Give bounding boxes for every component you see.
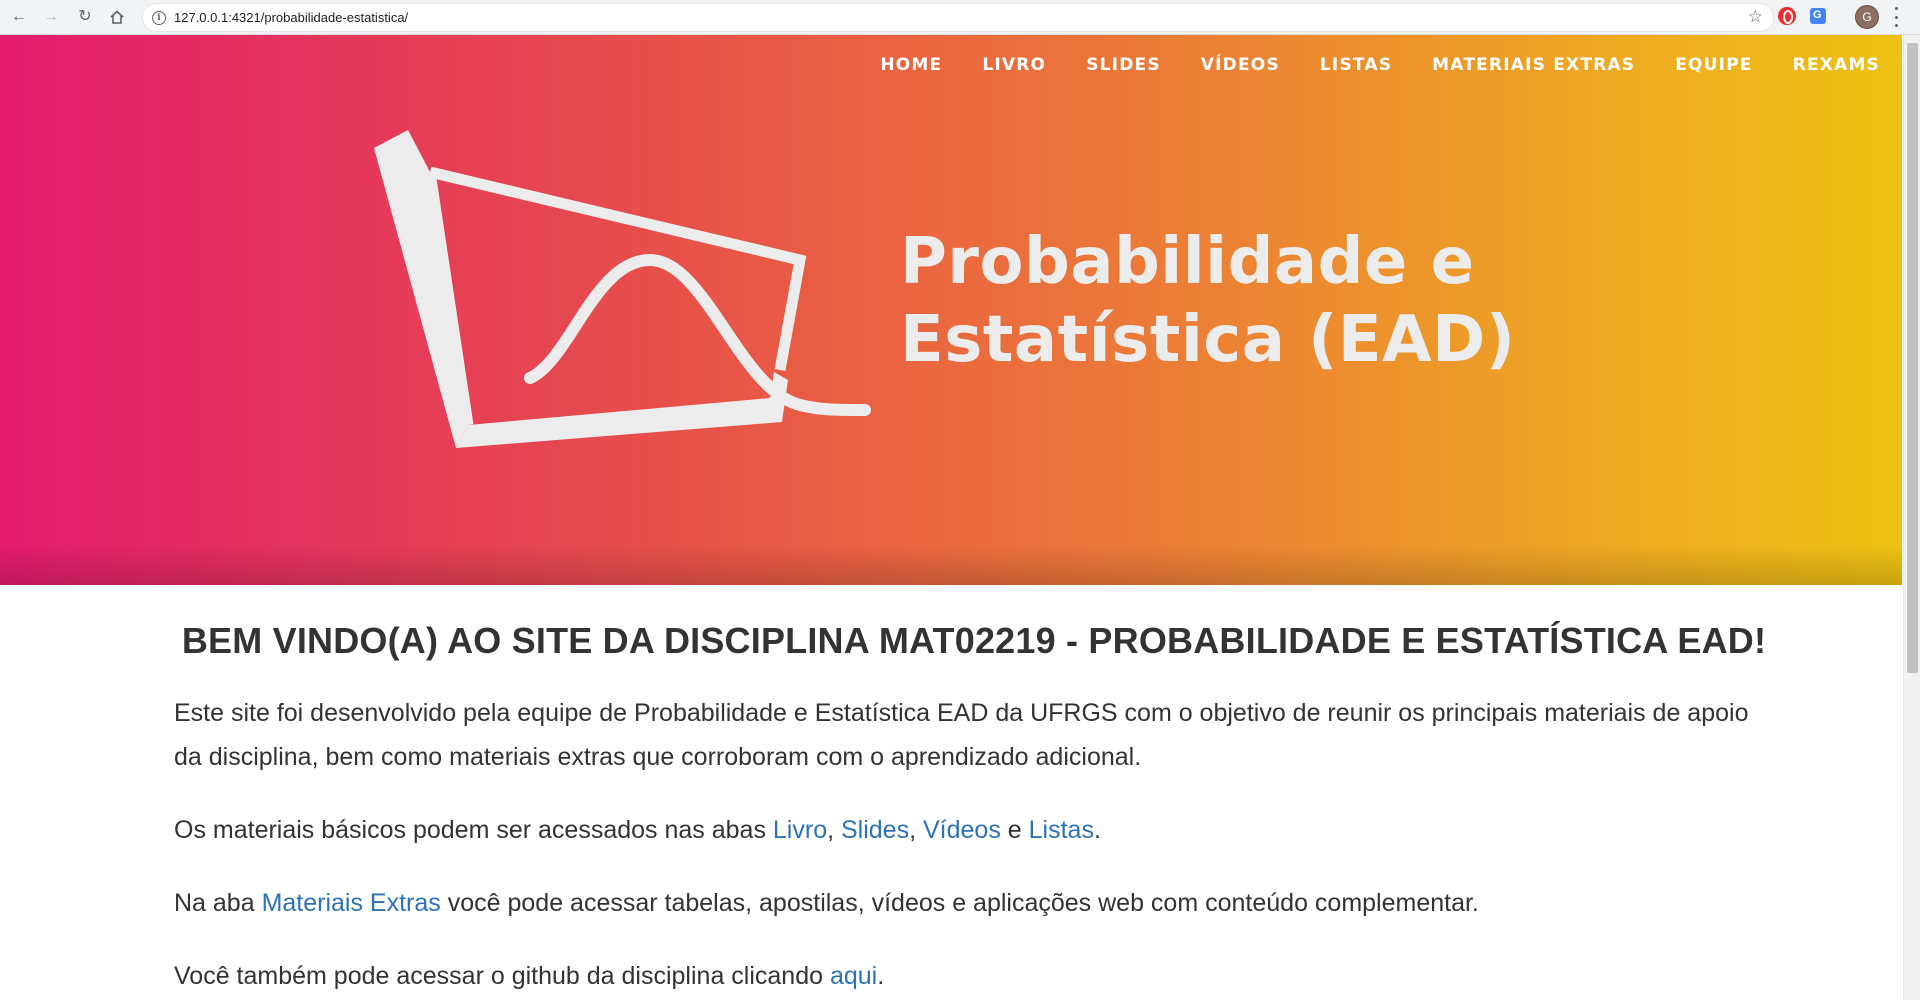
address-bar[interactable]: i 127.0.0.1:4321/probabilidade-estatisti…: [142, 3, 1774, 32]
browser-toolbar: ← → ↻ i 127.0.0.1:4321/probabilidade-est…: [0, 0, 1920, 35]
main-content: BEM VINDO(A) AO SITE DA DISCIPLINA MAT02…: [174, 620, 1774, 998]
scrollbar-thumb[interactable]: [1907, 43, 1918, 673]
nav-livro[interactable]: LIVRO: [982, 55, 1046, 75]
p4-prefix: Você também pode acessar o github da dis…: [174, 962, 830, 990]
p2-prefix: Os materiais básicos podem ser acessados…: [174, 816, 773, 844]
nav-rexams[interactable]: REXAMS: [1793, 55, 1880, 75]
address-url: 127.0.0.1:4321/probabilidade-estatistica…: [174, 10, 409, 25]
github-paragraph: Você também pode acessar o github da dis…: [174, 954, 1774, 998]
p2-sep-3: e: [1000, 816, 1029, 844]
extras-paragraph: Na aba Materiais Extras você pode acessa…: [174, 881, 1774, 925]
nav-slides[interactable]: SLIDES: [1086, 55, 1161, 75]
site-info-icon[interactable]: i: [152, 10, 166, 25]
link-livro[interactable]: Livro: [773, 816, 827, 844]
nav-videos[interactable]: VÍDEOS: [1201, 55, 1280, 75]
browser-menu-icon[interactable]: [1893, 7, 1899, 27]
translate-extension-icon[interactable]: G: [1810, 8, 1826, 24]
nav-materiais-extras[interactable]: MATERIAIS EXTRAS: [1432, 55, 1635, 75]
bookmark-star-icon[interactable]: ☆: [1748, 7, 1763, 27]
reload-icon[interactable]: ↻: [74, 6, 96, 28]
forward-arrow-icon[interactable]: →: [40, 6, 62, 28]
nav-listas[interactable]: LISTAS: [1320, 55, 1392, 75]
main-navigation: HOME LIVRO SLIDES VÍDEOS LISTAS MATERIAI…: [880, 55, 1880, 75]
nav-equipe[interactable]: EQUIPE: [1675, 55, 1752, 75]
p2-suffix: .: [1093, 816, 1101, 844]
p4-suffix: .: [877, 962, 885, 990]
home-icon[interactable]: [106, 6, 128, 28]
intro-paragraph: Este site foi desenvolvido pela equipe d…: [174, 699, 1749, 771]
bell-curve-screen-logo-icon: [374, 130, 871, 448]
link-slides[interactable]: Slides: [841, 816, 909, 844]
link-listas[interactable]: Listas: [1029, 816, 1094, 844]
hero-banner: HOME LIVRO SLIDES VÍDEOS LISTAS MATERIAI…: [0, 35, 1902, 585]
back-arrow-icon[interactable]: ←: [8, 6, 30, 28]
link-videos[interactable]: Vídeos: [923, 816, 1001, 844]
page-heading: BEM VINDO(A) AO SITE DA DISCIPLINA MAT02…: [181, 620, 1767, 661]
page-scrollbar[interactable]: [1903, 35, 1920, 1000]
p2-sep-1: ,: [827, 816, 841, 844]
profile-avatar[interactable]: G: [1855, 5, 1879, 29]
p3-prefix: Na aba: [174, 889, 262, 917]
basic-materials-paragraph: Os materiais básicos podem ser acessados…: [174, 808, 1774, 852]
opera-extension-icon[interactable]: [1778, 7, 1796, 25]
link-github-aqui[interactable]: aqui: [830, 962, 877, 990]
logo-line-1: Probabilidade e: [900, 225, 1475, 299]
hero-logo-title: Probabilidade e Estatística (EAD): [900, 223, 1516, 379]
nav-home[interactable]: HOME: [880, 55, 942, 75]
translate-label: G: [1813, 9, 1822, 21]
link-materiais-extras[interactable]: Materiais Extras: [262, 889, 441, 917]
logo-line-2: Estatística (EAD): [900, 303, 1516, 377]
p3-suffix: você pode acessar tabelas, apostilas, ví…: [440, 889, 1479, 917]
p2-sep-2: ,: [909, 816, 923, 844]
